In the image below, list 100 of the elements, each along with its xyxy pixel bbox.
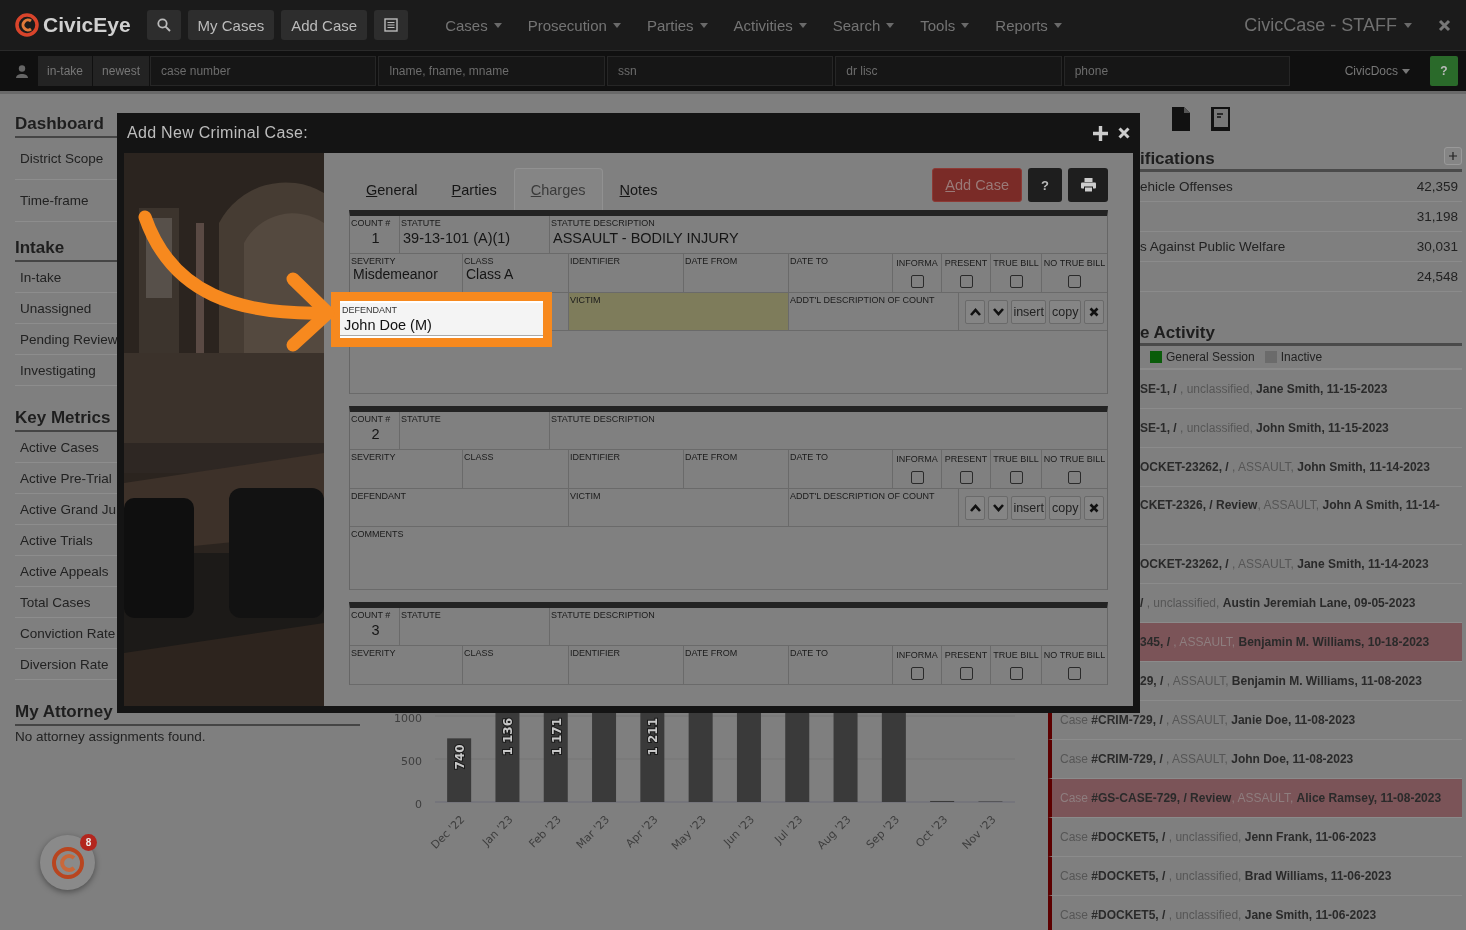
form-field[interactable]: DEFENDANT John Doe (M) <box>340 303 543 336</box>
sidebar-item[interactable]: Conviction Rate <box>20 625 116 641</box>
row-action-button[interactable]: copy <box>1049 299 1081 324</box>
add-button[interactable] <box>1444 147 1462 165</box>
form-field[interactable]: COUNT # 1 <box>350 216 400 253</box>
sidebar-item[interactable]: Unassigned <box>20 300 92 316</box>
nav-menu[interactable]: Parties <box>634 16 722 34</box>
form-field[interactable]: SEVERITY <box>350 450 463 488</box>
form-field[interactable]: SEVERITY <box>350 646 463 684</box>
form-field[interactable]: VICTIM <box>569 489 789 526</box>
print-button[interactable] <box>1068 168 1108 202</box>
tab[interactable]: General <box>349 168 435 210</box>
sidebar-item[interactable]: Active Pre-Trial <box>20 470 112 486</box>
search-field[interactable]: lname, fname, mname <box>378 56 605 86</box>
move-down-button[interactable] <box>988 299 1008 324</box>
form-field[interactable]: DATE TO <box>789 646 893 684</box>
chevron-down-icon <box>992 307 1004 316</box>
search-field[interactable]: phone <box>1063 56 1291 86</box>
form-field[interactable]: COUNT # 2 <box>350 412 400 449</box>
form-field[interactable]: IDENTIFIER <box>569 450 684 488</box>
checkbox[interactable] <box>1009 471 1023 484</box>
sidebar-item[interactable]: Active Grand Ju <box>20 501 117 517</box>
checkbox[interactable] <box>959 471 973 484</box>
nav-button[interactable]: My Cases <box>187 10 275 40</box>
nav-menu[interactable]: Tools <box>908 16 984 34</box>
form-field[interactable]: CLASS <box>463 450 569 488</box>
tab[interactable]: Notes <box>602 168 675 210</box>
remove-button[interactable] <box>1084 495 1104 520</box>
move-down-button[interactable] <box>988 495 1008 520</box>
tab[interactable]: Parties <box>434 168 514 210</box>
checkbox[interactable] <box>1009 667 1023 680</box>
filter-button[interactable]: newest <box>93 56 150 86</box>
checkbox[interactable] <box>910 275 924 288</box>
form-field[interactable]: DATE FROM <box>684 254 789 292</box>
form-field[interactable]: IDENTIFIER <box>569 646 684 684</box>
sidebar-item[interactable]: Active Cases <box>20 439 99 455</box>
remove-button[interactable] <box>1084 299 1104 324</box>
form-field[interactable]: COUNT # 3 <box>350 608 400 645</box>
nav-menu[interactable]: Reports <box>983 16 1076 34</box>
docs-dropdown[interactable]: CivicDocs <box>1338 63 1416 79</box>
checkbox[interactable] <box>1068 471 1081 484</box>
nav-button[interactable]: Add Case <box>281 10 368 40</box>
form-field[interactable]: DEFENDANT <box>350 489 569 526</box>
book-icon[interactable] <box>1210 107 1230 131</box>
nav-menu[interactable]: Activities <box>721 16 821 34</box>
checkbox[interactable] <box>959 667 973 680</box>
list-button[interactable] <box>374 10 409 40</box>
sidebar-item[interactable]: Diversion Rate <box>20 656 109 672</box>
form-field[interactable]: DATE TO <box>789 254 893 292</box>
form-field[interactable]: DATE TO <box>789 450 893 488</box>
form-field[interactable]: VICTIM <box>569 293 789 330</box>
search-field[interactable]: ssn <box>606 56 834 86</box>
form-field[interactable]: DATE FROM <box>684 646 789 684</box>
sidebar-item[interactable]: Pending Review <box>20 331 118 347</box>
sidebar-item[interactable]: In-take <box>20 269 62 285</box>
plus-icon[interactable] <box>1093 125 1108 141</box>
sidebar-item[interactable]: Active Trials <box>20 532 93 548</box>
form-field[interactable]: DATE FROM <box>684 450 789 488</box>
search-field[interactable]: case number <box>150 56 377 86</box>
document-icon[interactable] <box>1172 107 1190 131</box>
checkbox[interactable] <box>1068 667 1081 680</box>
form-field[interactable]: ADDT'L DESCRIPTION OF COUNT <box>789 489 959 526</box>
checkbox[interactable] <box>1009 275 1023 288</box>
sidebar-item[interactable]: District Scope <box>20 151 104 166</box>
close-icon[interactable] <box>1118 127 1130 139</box>
form-field[interactable]: STATUTE <box>400 412 550 449</box>
search-field[interactable]: dr lisc <box>835 56 1062 86</box>
form-field[interactable]: CLASS <box>463 646 569 684</box>
checkbox[interactable] <box>910 471 924 484</box>
data-label: 1 211 <box>646 718 661 756</box>
checkbox[interactable] <box>910 667 924 680</box>
sidebar-item[interactable]: Active Appeals <box>20 563 109 579</box>
caret-icon <box>1402 68 1410 74</box>
row-action-button[interactable]: copy <box>1049 495 1081 520</box>
help-button[interactable]: ? <box>1430 56 1458 86</box>
form-field[interactable]: IDENTIFIER <box>569 254 684 292</box>
form-field[interactable]: COMMENTS <box>350 527 1107 589</box>
help-button[interactable]: ? <box>1028 168 1062 202</box>
sidebar-item[interactable]: Total Cases <box>20 594 91 610</box>
user-icon[interactable] <box>15 64 29 78</box>
form-field[interactable]: ADDT'L DESCRIPTION OF COUNT <box>789 293 959 330</box>
filter-button[interactable]: in-take <box>38 56 93 86</box>
nav-menu[interactable]: Cases <box>433 16 516 34</box>
move-up-button[interactable] <box>965 495 985 520</box>
checkbox[interactable] <box>1068 275 1081 288</box>
checkbox[interactable] <box>959 275 973 288</box>
nav-menu[interactable]: Prosecution <box>515 16 635 34</box>
form-field[interactable]: STATUTE 39-13-101 (A)(1) <box>400 216 550 253</box>
move-up-button[interactable] <box>965 299 985 324</box>
sidebar-item[interactable]: Investigating <box>20 362 96 378</box>
form-field[interactable]: STATUTE DESCRIPTION ASSAULT - BODILY INJURY <box>550 216 1107 253</box>
add-case-button[interactable]: Add Case <box>932 168 1022 202</box>
row-action-button[interactable]: insert <box>1011 495 1047 520</box>
tab[interactable]: Charges <box>513 168 603 210</box>
form-field[interactable]: STATUTE <box>400 608 550 645</box>
search-button[interactable] <box>146 10 181 40</box>
sidebar-item[interactable]: Time-frame <box>20 193 89 208</box>
app-switcher[interactable]: CivicCase - STAFF <box>1238 13 1418 37</box>
row-action-button[interactable]: insert <box>1011 299 1047 324</box>
nav-menu[interactable]: Search <box>820 16 909 34</box>
